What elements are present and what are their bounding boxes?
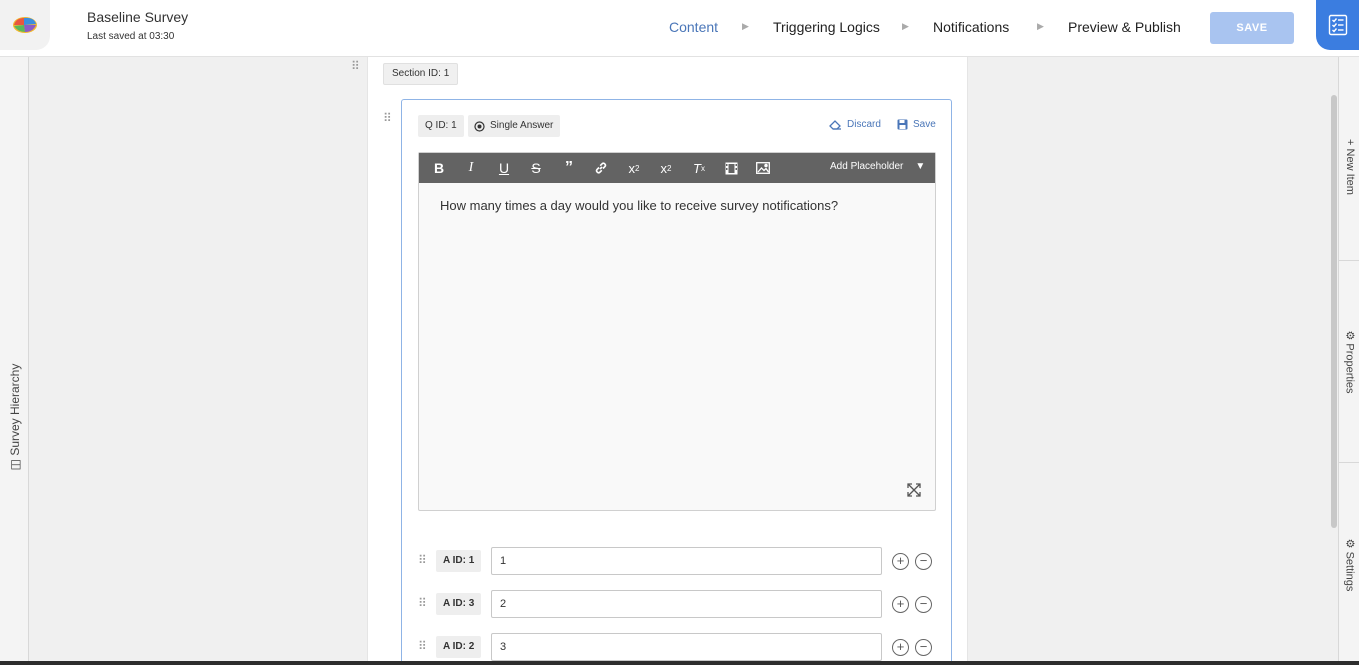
survey-hierarchy-label[interactable]: ◫ Survey Hierarchy: [8, 364, 22, 471]
answer-input[interactable]: [491, 633, 882, 661]
vertical-scrollbar[interactable]: [1331, 95, 1337, 528]
question-type-label: Single Answer: [490, 120, 554, 131]
eraser-icon: [829, 120, 841, 130]
answer-id-badge: A ID: 2: [436, 636, 482, 658]
strikethrough-icon[interactable]: S: [526, 159, 546, 177]
add-answer-icon[interactable]: +: [892, 596, 909, 613]
remove-answer-icon[interactable]: −: [915, 596, 932, 613]
section-drag-handle-icon[interactable]: ⠿: [351, 60, 360, 72]
underline-icon[interactable]: U: [494, 159, 514, 177]
question-save-button[interactable]: Save: [897, 119, 936, 130]
remove-answer-icon[interactable]: −: [915, 639, 932, 656]
rail-divider: [1339, 260, 1359, 261]
step-preview-publish[interactable]: Preview & Publish: [1068, 19, 1181, 35]
answer-row: ⠿ A ID: 2 + −: [418, 633, 938, 661]
add-placeholder-dropdown[interactable]: Add Placeholder ▼: [830, 161, 925, 172]
rail-tab-new-item[interactable]: + New Item: [1344, 139, 1356, 195]
step-content[interactable]: Content: [669, 19, 718, 35]
radio-icon: [474, 120, 485, 132]
step-notifications[interactable]: Notifications: [933, 19, 1009, 35]
question-drag-handle-icon[interactable]: ⠿: [383, 112, 392, 124]
editor-toolbar: B I U S ” x2 x2 Tx Add Placeholder ▼: [419, 153, 935, 183]
italic-icon[interactable]: I: [461, 159, 481, 177]
gear-icon: ⚙: [1343, 330, 1356, 344]
rail-tab-properties[interactable]: ⚙ Properties: [1344, 330, 1357, 393]
survey-hierarchy-rail[interactable]: ◫ Survey Hierarchy: [0, 57, 29, 665]
section-id-badge: Section ID: 1: [383, 63, 459, 85]
discard-label: Discard: [847, 119, 881, 130]
caret-down-icon: ▼: [915, 161, 926, 172]
brain-logo-icon[interactable]: [0, 0, 50, 50]
question-type-badge: Single Answer: [468, 115, 561, 137]
image-icon[interactable]: [753, 159, 773, 177]
rail-tab-settings[interactable]: ⚙ Settings: [1344, 539, 1357, 592]
add-answer-icon[interactable]: +: [892, 639, 909, 656]
answer-input[interactable]: [491, 547, 882, 575]
question-text-editor[interactable]: B I U S ” x2 x2 Tx Add Placeholder ▼ How…: [418, 152, 936, 511]
answer-drag-handle-icon[interactable]: ⠿: [418, 597, 427, 609]
right-side-rail: + New Item ⚙ Properties ⚙ Settings: [1338, 57, 1359, 665]
answer-id-badge: A ID: 3: [436, 593, 482, 615]
answer-row: ⠿ A ID: 1 + −: [418, 547, 938, 575]
quote-icon[interactable]: ”: [559, 159, 579, 177]
rail-divider: [1339, 462, 1359, 463]
chevron-right-icon: ▶: [1037, 21, 1044, 31]
clear-format-icon[interactable]: Tx: [689, 159, 709, 177]
answer-row: ⠿ A ID: 3 + −: [418, 590, 938, 618]
answer-id-badge: A ID: 1: [436, 550, 482, 572]
subscript-icon[interactable]: x2: [624, 159, 644, 177]
remove-answer-icon[interactable]: −: [915, 553, 932, 570]
save-label: Save: [913, 119, 936, 130]
save-button[interactable]: SAVE: [1210, 12, 1294, 44]
floppy-disk-icon: [897, 119, 908, 130]
question-text[interactable]: How many times a day would you like to r…: [440, 198, 838, 213]
chevron-right-icon: ▶: [742, 21, 749, 31]
chevron-right-icon: ▶: [902, 21, 909, 31]
checklist-icon[interactable]: [1316, 0, 1359, 50]
add-placeholder-label: Add Placeholder: [830, 161, 904, 172]
question-id-badge: Q ID: 1: [418, 115, 464, 137]
video-icon[interactable]: [721, 159, 741, 177]
bold-icon[interactable]: B: [429, 159, 449, 177]
step-triggering-logics[interactable]: Triggering Logics: [773, 19, 880, 35]
link-icon[interactable]: [591, 159, 611, 177]
survey-title: Baseline Survey: [87, 9, 189, 25]
hierarchy-icon: ◫: [8, 455, 22, 471]
expand-icon[interactable]: [906, 482, 922, 503]
gear-icon: ⚙: [1343, 538, 1356, 552]
discard-button[interactable]: Discard: [829, 119, 881, 130]
bottom-edge-bar: [0, 661, 1359, 665]
app-header: Baseline Survey Last saved at 03:30 Cont…: [0, 0, 1359, 57]
answer-input[interactable]: [491, 590, 882, 618]
answer-drag-handle-icon[interactable]: ⠿: [418, 640, 427, 652]
add-answer-icon[interactable]: +: [892, 553, 909, 570]
answer-drag-handle-icon[interactable]: ⠿: [418, 554, 427, 566]
superscript-icon[interactable]: x2: [656, 159, 676, 177]
last-saved-text: Last saved at 03:30: [87, 31, 175, 42]
